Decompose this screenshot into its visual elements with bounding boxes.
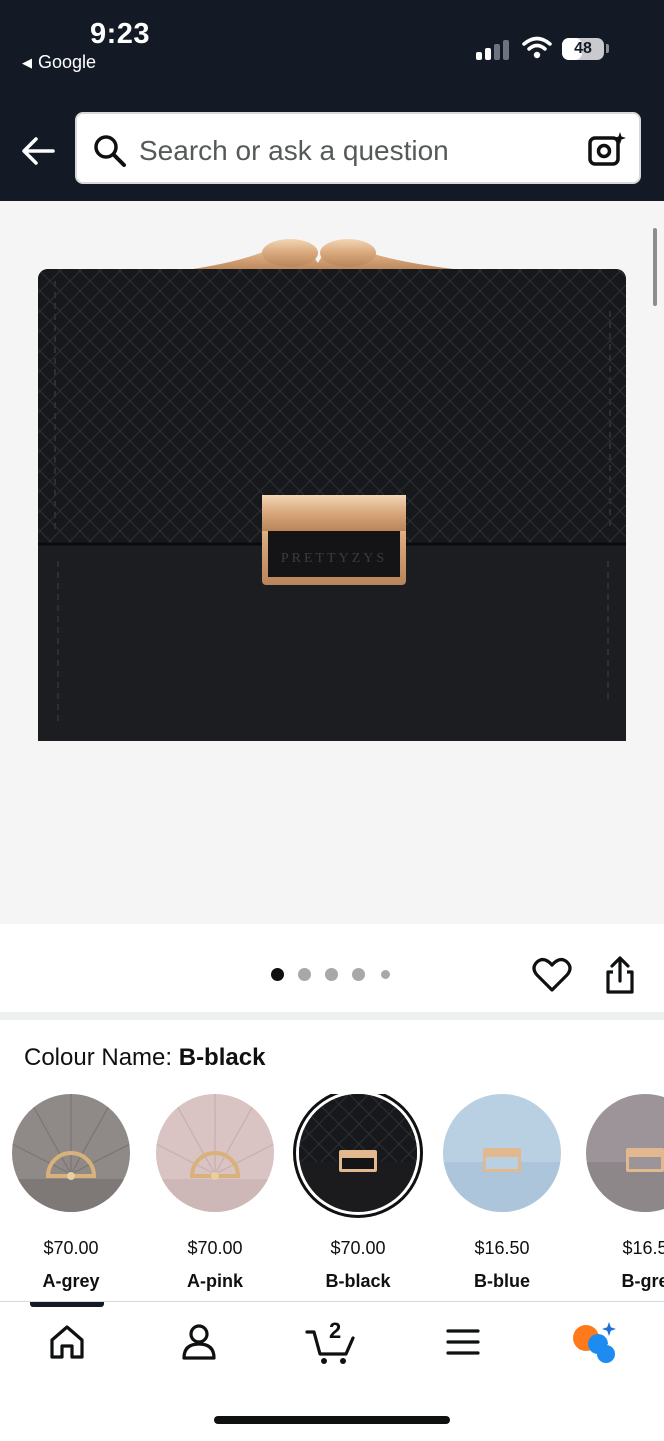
battery-cap (606, 44, 609, 53)
swatch-price: $70.00 (187, 1238, 243, 1258)
swatch-a-grey[interactable]: $70.00 A-grey (6, 1094, 136, 1292)
carousel-dot[interactable] (298, 968, 311, 981)
camera-lens-icon[interactable] (587, 130, 627, 170)
swatch-thumbnail-selected (299, 1094, 417, 1212)
share-icon[interactable] (602, 955, 638, 995)
back-arrow-icon[interactable] (20, 135, 56, 167)
heart-icon[interactable] (532, 957, 572, 993)
swatch-name: A-pink (187, 1271, 243, 1291)
selected-colour-name: B-black (178, 1044, 266, 1071)
ai-assistant-icon[interactable] (570, 1320, 618, 1364)
swatch-name: A-grey (42, 1271, 100, 1291)
back-app-label: Google (38, 52, 97, 72)
account-icon[interactable] (180, 1322, 218, 1362)
section-divider (0, 1012, 664, 1020)
colour-label-prefix: Colour Name: (24, 1044, 173, 1071)
clasp-brand-text: PRETTYZYS (281, 551, 387, 566)
swatch-name: B-gre (621, 1271, 664, 1291)
swatch-price: $16.50 (474, 1238, 530, 1258)
home-indicator-bar[interactable] (214, 1416, 450, 1424)
cart-count-badge: 2 (329, 1318, 342, 1343)
back-triangle-icon: ◀ (22, 54, 32, 70)
swatch-thumbnail (443, 1094, 561, 1212)
swatch-name: B-black (325, 1271, 391, 1291)
search-input[interactable] (139, 135, 579, 167)
battery-icon: 48 (562, 38, 604, 60)
scroll-indicator (653, 228, 657, 306)
carousel-dot[interactable] (352, 968, 365, 981)
back-to-app-link[interactable]: ◀ Google (22, 52, 96, 73)
swatch-b-blue[interactable]: $16.50 B-blue (437, 1094, 567, 1292)
swatch-name: B-blue (474, 1271, 530, 1291)
active-tab-indicator (30, 1302, 104, 1307)
swatch-b-gre[interactable]: $16.5 B-gre (580, 1094, 664, 1292)
cellular-signal-icon (476, 38, 510, 60)
swatch-thumbnail (12, 1094, 130, 1212)
product-image: PRETTYZYS (38, 239, 626, 741)
home-icon[interactable] (48, 1322, 86, 1362)
swatch-price: $16.5 (622, 1238, 664, 1258)
search-bar[interactable] (75, 112, 641, 184)
swatch-b-black[interactable]: $70.00 B-black (293, 1094, 423, 1292)
search-icon (94, 135, 126, 167)
carousel-dot[interactable] (381, 970, 390, 979)
colour-name-label: Colour Name: B-black (24, 1044, 265, 1072)
status-time: 9:23 (90, 18, 151, 50)
swatch-price: $70.00 (330, 1238, 386, 1258)
carousel-dot[interactable] (325, 968, 338, 981)
menu-icon[interactable] (446, 1328, 480, 1356)
swatch-thumbnail (586, 1094, 664, 1212)
swatch-price: $70.00 (43, 1238, 99, 1258)
swatch-a-pink[interactable]: $70.00 A-pink (150, 1094, 280, 1292)
product-image-carousel[interactable]: PRETTYZYS (0, 201, 664, 924)
swatch-thumbnail (156, 1094, 274, 1212)
top-header: 9:23 ◀ Google 48 (0, 0, 664, 201)
battery-percent: 48 (574, 40, 592, 57)
carousel-dot[interactable] (271, 968, 284, 981)
wifi-icon (522, 36, 552, 59)
colour-swatch-list: $70.00 A-grey $70.00 A-pink $70.00 B-bla… (0, 1094, 664, 1304)
